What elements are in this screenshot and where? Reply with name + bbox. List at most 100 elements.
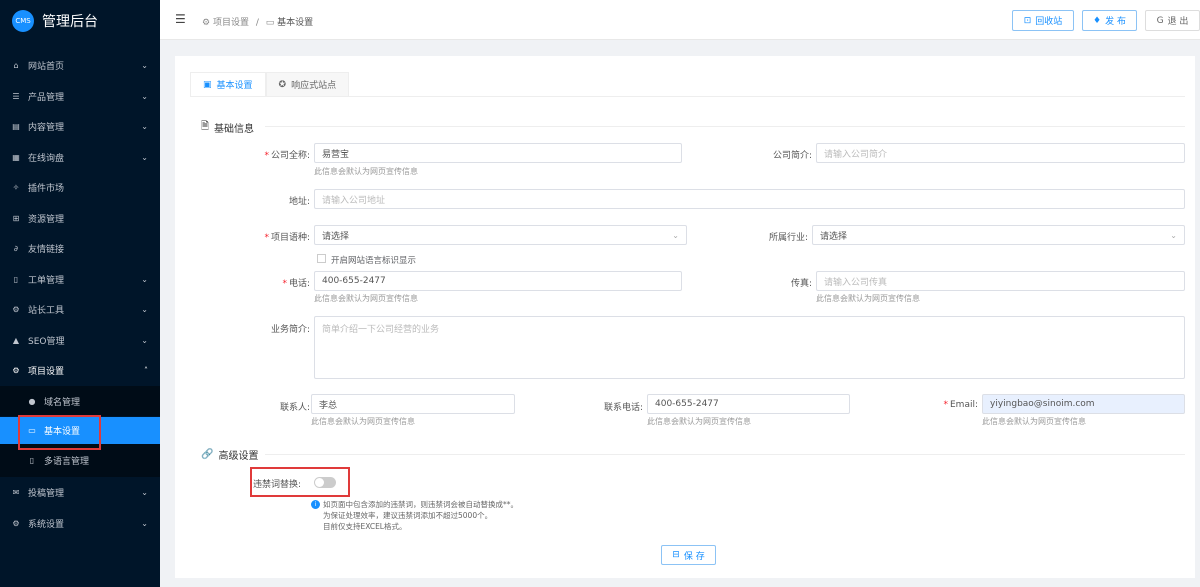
product-icon: ☰ (12, 91, 20, 101)
header: ☰ ⚙ 项目设置 / ▭ 基本设置 ⊡ 回收站 ♦ 发 布 G退 出 (160, 0, 1200, 40)
logout-button[interactable]: G退 出 (1145, 10, 1200, 31)
globe-icon: ● (28, 396, 36, 406)
language-select[interactable]: 请选择 ⌄ (314, 225, 687, 245)
phone-input[interactable]: 400-655-2477 (314, 271, 682, 291)
company-name-label: * 公司全称: (264, 151, 310, 161)
company-name-input[interactable]: 易营宝 (314, 143, 682, 163)
select-value: 请选择 (322, 231, 350, 242)
mail-icon: ✉ (12, 487, 20, 497)
app-title: 管理后台 (42, 14, 98, 30)
trash-icon: ⊡ (1023, 15, 1032, 26)
sidebar-item-content[interactable]: ▤ 内容管理 ⌄ (0, 111, 160, 141)
chevron-down-icon: ⌄ (672, 230, 679, 240)
chevron-down-icon: ⌄ (1170, 230, 1177, 240)
logo: CMS 管理后台 (12, 10, 98, 32)
contact-phone-input[interactable]: 400-655-2477 (647, 394, 850, 414)
sidebar-item-system[interactable]: ⚙ 系统设置 ⌄ (0, 508, 160, 538)
hint: 此信息会默认为网页宣传信息 (816, 294, 920, 303)
button-label: 保 存 (683, 551, 705, 562)
tab-divider (190, 96, 1185, 97)
sidebar-item-plugins[interactable]: ✧ 插件市场 (0, 172, 160, 202)
chevron-down-icon: ⌄ (141, 335, 148, 345)
puzzle-icon: ✪ (278, 79, 287, 90)
hint: 此信息会默认为网页宣传信息 (982, 417, 1086, 426)
contact-phone-label: 联系电话: (603, 403, 643, 413)
logo-badge: CMS (12, 10, 34, 32)
chevron-down-icon: ⌄ (141, 60, 148, 70)
publish-button[interactable]: ♦ 发 布 (1082, 10, 1137, 31)
sidebar-item-label: 域名管理 (44, 397, 81, 408)
sidebar-item-seo[interactable]: ▲ SEO管理 ⌄ (0, 325, 160, 355)
fax-label: 传真: (790, 279, 812, 289)
content-icon: ▤ (12, 121, 20, 131)
tab-label: 基本设置 (216, 81, 253, 91)
tab-basic-settings[interactable]: ▣ 基本设置 (190, 72, 266, 97)
sidebar-item-submissions[interactable]: ✉ 投稿管理 ⌄ (0, 477, 160, 507)
language-flag-label: 开启网站语言标识显示 (331, 256, 417, 266)
sidebar: CMS 管理后台 ⌂ 网站首页 ⌄ ☰ 产品管理 ⌄ ▤ 内容管理 ⌄ ▦ 在线询盘 ⌄ ✧ 插件… (0, 0, 160, 587)
email-label: * Email: (943, 400, 978, 410)
sidebar-item-products[interactable]: ☰ 产品管理 ⌄ (0, 81, 160, 111)
table-icon: ▦ (12, 152, 20, 162)
form-icon: ▣ (203, 79, 212, 90)
email-input[interactable]: yiyingbao@sinoim.com (982, 394, 1185, 414)
sidebar-item-label: 工单管理 (28, 275, 65, 286)
select-value: 请选择 (820, 231, 848, 242)
sidebar-item-label: 资源管理 (28, 214, 65, 225)
gear-icon: ⚙ (12, 365, 20, 375)
industry-label: 所属行业: (768, 233, 808, 243)
tabs: ▣ 基本设置 ✪ 响应式站点 (190, 72, 350, 97)
business-label: 业务简介: (270, 325, 310, 335)
company-intro-input[interactable]: 请输入公司简介 (816, 143, 1185, 163)
section-basic-info: 🗎 基础信息 (201, 119, 254, 136)
hint: 此信息会默认为网页宣传信息 (311, 417, 415, 426)
industry-select[interactable]: 请选择 ⌄ (812, 225, 1185, 245)
sidebar-item-resources[interactable]: ⊞ 资源管理 (0, 203, 160, 233)
sidebar-item-label: 内容管理 (28, 122, 65, 133)
sidebar-item-label: 投稿管理 (28, 488, 65, 499)
fax-input[interactable]: 请输入公司传真 (816, 271, 1185, 291)
divider (265, 126, 1185, 127)
recycle-bin-button[interactable]: ⊡ 回收站 (1012, 10, 1074, 31)
sidebar-item-inquiry[interactable]: ▦ 在线询盘 ⌄ (0, 142, 160, 172)
link-icon: 🔗 (201, 449, 214, 460)
sidebar-item-label: 网站首页 (28, 61, 65, 72)
tab-label: 响应式站点 (291, 81, 337, 91)
language-flag-checkbox[interactable] (317, 254, 326, 263)
tab-responsive-site[interactable]: ✪ 响应式站点 (265, 72, 350, 97)
chevron-down-icon: ⌄ (141, 304, 148, 314)
phone-label: * 电话: (282, 279, 310, 289)
gear-icon: ⚙ (12, 518, 20, 528)
sidebar-item-project-settings[interactable]: ⚙ 项目设置 ˄ (0, 355, 160, 385)
link-icon: ∂ (13, 243, 19, 253)
sidebar-item-domains[interactable]: ● 域名管理 (0, 386, 160, 416)
sidebar-item-label: 多语言管理 (44, 457, 90, 467)
breadcrumb-item[interactable]: 项目设置 (213, 18, 249, 28)
sidebar-item-label: SEO管理 (28, 336, 65, 347)
save-button[interactable]: ⊟ 保 存 (661, 545, 716, 565)
breadcrumb-item: 基本设置 (277, 18, 314, 28)
chevron-down-icon: ⌄ (141, 121, 148, 131)
sidebar-item-label: 站长工具 (28, 305, 65, 316)
address-input[interactable]: 请输入公司地址 (314, 189, 1185, 209)
sidebar-item-links[interactable]: ∂ 友情链接 (0, 233, 160, 263)
sidebar-item-tools[interactable]: ⚙ 站长工具 ⌄ (0, 294, 160, 324)
button-label: 退 出 (1167, 17, 1189, 27)
sidebar-item-label: 项目设置 (28, 366, 65, 377)
divider (265, 454, 1185, 455)
breadcrumb: ⚙ 项目设置 / ▭ 基本设置 (202, 15, 313, 28)
hint: 此信息会默认为网页宣传信息 (314, 167, 418, 176)
sidebar-item-home[interactable]: ⌂ 网站首页 ⌄ (0, 50, 160, 80)
section-title: 高级设置 (218, 451, 259, 462)
menu-fold-icon[interactable]: ☰ (175, 12, 186, 26)
sidebar-item-tickets[interactable]: ▯ 工单管理 ⌄ (0, 264, 160, 294)
settings-card: ▣ 基本设置 ✪ 响应式站点 🗎 基础信息 * 公司全称: 易营宝 此信息会默认为网页宣… (175, 56, 1195, 578)
language-label: * 项目语种: (264, 233, 310, 243)
section-advanced: 🔗 高级设置 (201, 447, 258, 462)
chevron-down-icon: ⌄ (141, 487, 148, 497)
contact-input[interactable]: 李总 (311, 394, 515, 414)
business-textarea[interactable]: 简单介绍一下公司经营的业务 (314, 316, 1185, 379)
breadcrumb-separator: / (255, 18, 259, 28)
document-icon: 🗎 (201, 121, 210, 132)
sidebar-item-label: 在线询盘 (28, 153, 65, 164)
